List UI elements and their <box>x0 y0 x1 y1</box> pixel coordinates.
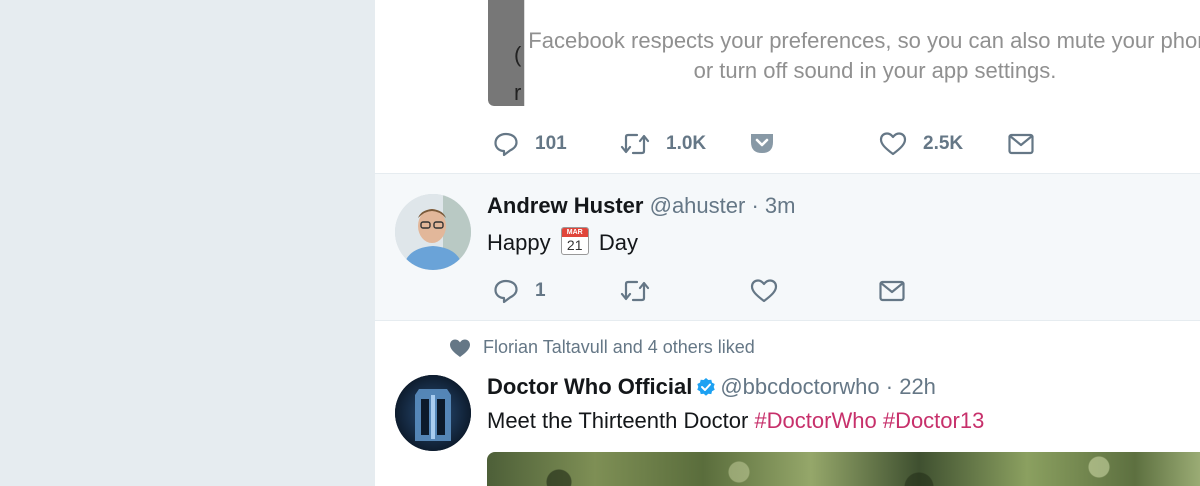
calendar-month: MAR <box>561 228 588 237</box>
reply-count: 101 <box>535 133 567 154</box>
handle[interactable]: @bbcdoctorwho <box>720 374 879 399</box>
tweet-text-part: Meet the Thirteenth Doctor <box>487 408 749 433</box>
timeline: ( r Facebook respects your preferences, … <box>375 0 1200 486</box>
reply-count: 1 <box>535 280 546 301</box>
direct-message-button[interactable] <box>1008 133 1034 155</box>
pocket-icon <box>751 134 773 153</box>
tweet-doctor-who[interactable]: Florian Taltavull and 4 others liked Doc… <box>375 321 1200 486</box>
tweet-andrew-huster[interactable]: Andrew Huster @ahuster · 3m Happy MAR 21… <box>375 174 1200 321</box>
sound-notice-text: Facebook respects your preferences, so y… <box>528 28 1200 83</box>
avatar[interactable] <box>395 375 471 451</box>
like-button[interactable] <box>750 278 778 304</box>
thumbnail-fragment: r <box>514 80 522 105</box>
reply-icon <box>494 132 518 157</box>
like-count: 2.5K <box>923 133 964 154</box>
retweet-button[interactable] <box>620 278 650 304</box>
video-media[interactable]: ( r Facebook respects your preferences, … <box>488 0 1200 106</box>
timestamp[interactable]: · 3m <box>751 193 795 218</box>
tweet-header: Doctor Who Official @bbcdoctorwho · 22h <box>487 374 936 400</box>
timestamp[interactable]: · 22h <box>886 374 936 399</box>
heart-icon <box>750 279 778 303</box>
tweet-video[interactable]: ( r Facebook respects your preferences, … <box>375 0 1200 174</box>
avatar-photo <box>395 194 471 270</box>
tweet-text-part: Day <box>598 230 638 255</box>
video-thumbnail: ( r <box>488 0 524 106</box>
reply-button[interactable]: 1 <box>493 278 546 304</box>
social-context[interactable]: Florian Taltavull and 4 others liked <box>449 337 755 358</box>
display-name[interactable]: Doctor Who Official <box>487 374 692 399</box>
retweet-count: 1.0K <box>666 133 707 154</box>
direct-message-button[interactable] <box>879 280 905 302</box>
tweet-image[interactable] <box>487 452 1200 486</box>
avatar[interactable] <box>395 194 471 270</box>
hashtag-link[interactable]: #Doctor13 <box>883 408 985 433</box>
like-button[interactable]: 2.5K <box>879 131 963 157</box>
tweet-text: Meet the Thirteenth Doctor #DoctorWho #D… <box>487 408 984 434</box>
heart-filled-icon <box>450 339 470 357</box>
thumbnail-fragment: ( <box>514 42 522 67</box>
retweet-icon <box>620 133 650 155</box>
verified-badge-icon <box>697 378 716 396</box>
hashtag-link[interactable]: #DoctorWho <box>754 408 876 433</box>
tweet-header: Andrew Huster @ahuster · 3m <box>487 193 795 219</box>
display-name[interactable]: Andrew Huster <box>487 193 643 218</box>
reply-icon <box>494 279 518 304</box>
tardis-logo-icon <box>395 375 471 451</box>
tweet-text: Happy MAR 21 Day <box>487 227 638 256</box>
tweet-text-part: Happy <box>487 230 551 255</box>
envelope-icon <box>1008 133 1034 155</box>
calendar-emoji-icon: MAR 21 <box>560 227 589 255</box>
sound-notice-card: Facebook respects your preferences, so y… <box>524 0 1200 106</box>
calendar-day: 21 <box>566 237 583 253</box>
heart-icon <box>879 132 907 156</box>
retweet-button[interactable]: 1.0K <box>620 131 706 157</box>
liked-by-text: Florian Taltavull and 4 others liked <box>483 337 755 357</box>
page-background <box>0 0 375 486</box>
retweet-icon <box>620 280 650 302</box>
envelope-icon <box>879 280 905 302</box>
handle[interactable]: @ahuster <box>650 193 746 218</box>
image-content <box>487 452 1200 486</box>
reply-button[interactable]: 101 <box>493 131 567 157</box>
pocket-button[interactable] <box>749 130 775 156</box>
